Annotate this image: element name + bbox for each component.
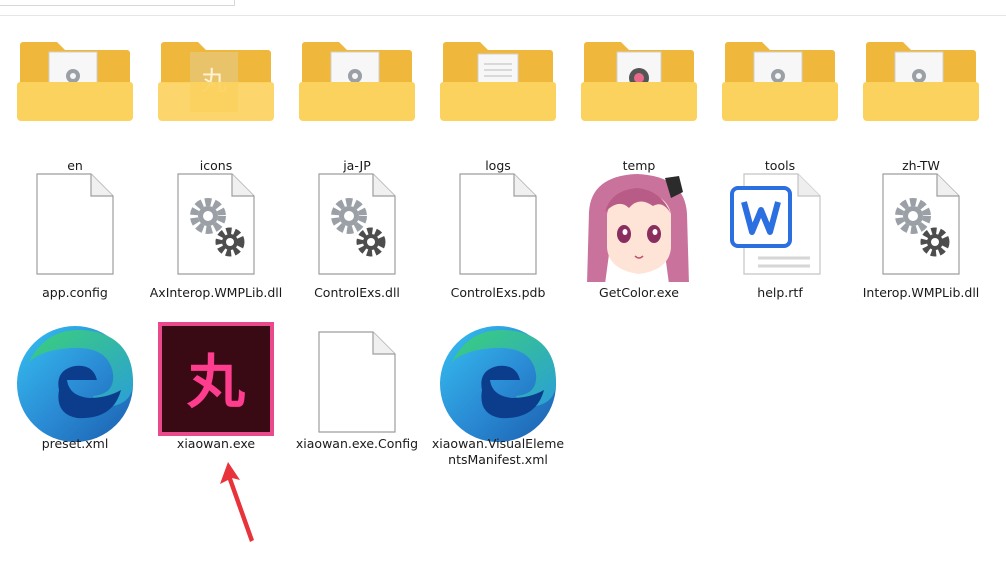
dll-gears-icon [287,172,427,282]
folder-config-icon [5,30,145,140]
dll-gears-icon [851,172,991,282]
blank-file-icon [428,172,568,282]
folder-config-icon [287,30,427,140]
file-name-label: preset.xml [41,436,109,451]
folder-media-icon [569,30,709,140]
xiaowan-app-icon: 丸 [146,322,286,436]
annotation-arrow [220,462,254,542]
file-name-label: app.config [42,285,108,300]
file-grid: en 丸 icons ja-JP [0,0,1006,578]
file-item-help-rtf[interactable]: help.rtf [710,172,850,322]
blank-file-icon [287,330,427,440]
blank-file-icon [5,172,145,282]
folder-document-icon [428,30,568,140]
folder-item-en[interactable]: en [5,30,145,180]
file-item-xiaowan-exe[interactable]: 丸 xiaowan.exe [146,322,286,472]
folder-item-zh-tw[interactable]: zh-TW [851,30,991,180]
anime-girl-app-icon [569,172,709,282]
file-name-label: ControlExs.pdb [450,285,546,300]
folder-item-tools[interactable]: tools [710,30,850,180]
file-item-xiaowan-exe-config[interactable]: xiaowan.exe.Config [287,330,427,480]
file-item-getcolor-exe[interactable]: GetColor.exe [569,172,709,322]
xiaowan-glyph: 丸 [186,348,245,416]
edge-browser-icon [428,322,568,442]
file-name-label: ControlExs.dll [314,285,400,300]
file-item-axinterop-dll[interactable]: AxInterop.WMPLib.dll [146,172,286,322]
file-name-label: xiaowan.exe [176,436,256,451]
edge-browser-icon [5,322,145,442]
file-name-label: xiaowan.VisualElementsManifest.xml [431,436,565,467]
file-item-controlexs-pdb[interactable]: ControlExs.pdb [428,172,568,322]
folder-item-temp[interactable]: temp [569,30,709,180]
file-name-label: help.rtf [757,285,803,300]
folder-item-icons[interactable]: 丸 icons [146,30,286,180]
file-name-label: xiaowan.exe.Config [295,436,419,451]
file-item-interop-wmplib-dll[interactable]: Interop.WMPLib.dll [851,172,991,322]
folder-icons-icon: 丸 [146,30,286,140]
file-name-label: Interop.WMPLib.dll [862,285,980,300]
file-name-label: AxInterop.WMPLib.dll [149,285,283,300]
wps-writer-icon [710,172,850,282]
folder-item-logs[interactable]: logs [428,30,568,180]
file-item-xiaowan-visualelementsmanifest[interactable]: xiaowan.VisualElementsManifest.xml [428,322,568,472]
folder-config-icon [710,30,850,140]
file-name-label: GetColor.exe [599,285,679,300]
folder-config-icon [851,30,991,140]
dll-gears-icon [146,172,286,282]
file-item-preset-xml[interactable]: preset.xml [5,322,145,472]
file-item-app-config[interactable]: app.config [5,172,145,322]
folder-item-ja-jp[interactable]: ja-JP [287,30,427,180]
file-item-controlexs-dll[interactable]: ControlExs.dll [287,172,427,322]
